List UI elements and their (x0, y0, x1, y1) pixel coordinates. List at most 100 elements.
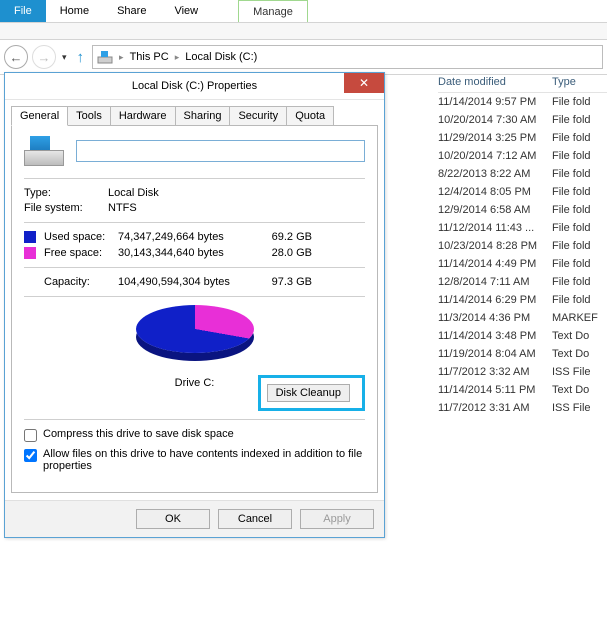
table-row[interactable]: 11/14/2014 5:11 PMText Do (438, 381, 607, 399)
filesystem-label: File system: (24, 202, 108, 214)
cancel-button[interactable]: Cancel (218, 509, 292, 529)
address-bar[interactable]: ▸ This PC ▸ Local Disk (C:) (92, 45, 603, 69)
cell-date: 11/7/2012 3:31 AM (438, 402, 552, 414)
column-header-date[interactable]: Date modified (438, 76, 552, 88)
cell-type: Text Do (552, 330, 607, 342)
breadcrumb-item[interactable]: Local Disk (C:) (185, 51, 257, 63)
cell-type: ISS File (552, 402, 607, 414)
disk-cleanup-button[interactable]: Disk Cleanup (267, 384, 350, 402)
table-row[interactable]: 12/8/2014 7:11 AMFile fold (438, 273, 607, 291)
cell-type: File fold (552, 258, 607, 270)
table-row[interactable]: 11/7/2012 3:31 AMISS File (438, 399, 607, 417)
cell-type: Text Do (552, 348, 607, 360)
table-row[interactable]: 10/23/2014 8:28 PMFile fold (438, 237, 607, 255)
table-row[interactable]: 11/7/2012 3:32 AMISS File (438, 363, 607, 381)
compress-label: Compress this drive to save disk space (43, 428, 234, 440)
table-row[interactable]: 8/22/2013 8:22 AMFile fold (438, 165, 607, 183)
nav-back-button[interactable]: ← (4, 45, 28, 69)
cell-date: 11/14/2014 6:29 PM (438, 294, 552, 306)
cell-date: 11/7/2012 3:32 AM (438, 366, 552, 378)
cell-type: File fold (552, 150, 607, 162)
dialog-title: Local Disk (C:) Properties (132, 80, 257, 92)
free-label: Free space: (44, 247, 118, 259)
cell-type: File fold (552, 132, 607, 144)
compress-checkbox[interactable] (24, 429, 37, 442)
drive-large-icon (24, 136, 62, 166)
chevron-right-icon: ▸ (173, 52, 182, 63)
used-swatch-icon (24, 231, 36, 243)
cell-date: 11/14/2014 9:57 PM (438, 96, 552, 108)
index-label: Allow files on this drive to have conten… (43, 448, 365, 472)
cell-date: 11/14/2014 4:49 PM (438, 258, 552, 270)
tab-security[interactable]: Security (229, 106, 287, 126)
disk-cleanup-highlight: Disk Cleanup (258, 375, 365, 411)
free-gb: 28.0 GB (256, 247, 312, 259)
cell-type: File fold (552, 276, 607, 288)
table-row[interactable]: 10/20/2014 7:30 AMFile fold (438, 111, 607, 129)
file-tab[interactable]: File (0, 0, 46, 22)
arrow-right-icon: → (38, 50, 51, 65)
cell-type: File fold (552, 168, 607, 180)
cell-type: File fold (552, 186, 607, 198)
cell-date: 12/4/2014 8:05 PM (438, 186, 552, 198)
table-row[interactable]: 12/4/2014 8:05 PMFile fold (438, 183, 607, 201)
tab-home[interactable]: Home (46, 0, 103, 22)
cell-type: File fold (552, 294, 607, 306)
tab-general[interactable]: General (11, 106, 68, 126)
tab-tools[interactable]: Tools (67, 106, 111, 126)
table-row[interactable]: 10/20/2014 7:12 AMFile fold (438, 147, 607, 165)
disk-usage-pie-chart (136, 305, 254, 363)
index-checkbox-row[interactable]: Allow files on this drive to have conten… (24, 448, 365, 472)
nav-history-dropdown[interactable]: ▾ (60, 52, 69, 63)
tab-sharing[interactable]: Sharing (175, 106, 231, 126)
table-row[interactable]: 11/14/2014 3:48 PMText Do (438, 327, 607, 345)
arrow-left-icon: ← (10, 50, 23, 65)
table-row[interactable]: 11/29/2014 3:25 PMFile fold (438, 129, 607, 147)
type-value: Local Disk (108, 187, 159, 199)
table-row[interactable]: 11/14/2014 6:29 PMFile fold (438, 291, 607, 309)
index-checkbox[interactable] (24, 449, 37, 462)
capacity-gb: 97.3 GB (256, 276, 312, 288)
nav-up-button[interactable]: ↑ (73, 49, 89, 66)
table-row[interactable]: 11/12/2014 11:43 ...File fold (438, 219, 607, 237)
capacity-bytes: 104,490,594,304 bytes (118, 276, 256, 288)
column-header-type[interactable]: Type (552, 76, 607, 88)
cell-type: File fold (552, 114, 607, 126)
table-row[interactable]: 11/14/2014 4:49 PMFile fold (438, 255, 607, 273)
table-row[interactable]: 12/9/2014 6:58 AMFile fold (438, 201, 607, 219)
tab-view[interactable]: View (160, 0, 212, 22)
drive-icon (97, 49, 113, 65)
table-row[interactable]: 11/3/2014 4:36 PMMARKEF (438, 309, 607, 327)
table-row[interactable]: 11/19/2014 8:04 AMText Do (438, 345, 607, 363)
table-row[interactable]: 11/14/2014 9:57 PMFile fold (438, 93, 607, 111)
breadcrumb-item[interactable]: This PC (130, 51, 169, 63)
tab-manage[interactable]: Manage (238, 0, 308, 22)
volume-name-input[interactable] (76, 140, 365, 162)
used-bytes: 74,347,249,664 bytes (118, 231, 256, 243)
close-button[interactable]: ✕ (344, 73, 384, 93)
close-icon: ✕ (359, 76, 369, 90)
properties-dialog: Local Disk (C:) Properties ✕ GeneralTool… (4, 72, 385, 538)
capacity-label: Capacity: (44, 276, 118, 288)
cell-date: 11/12/2014 11:43 ... (438, 222, 552, 234)
ok-button[interactable]: OK (136, 509, 210, 529)
cell-date: 10/20/2014 7:30 AM (438, 114, 552, 126)
apply-button: Apply (300, 509, 374, 529)
filesystem-value: NTFS (108, 202, 137, 214)
cell-date: 11/14/2014 3:48 PM (438, 330, 552, 342)
tab-quota[interactable]: Quota (286, 106, 334, 126)
tab-hardware[interactable]: Hardware (110, 106, 176, 126)
cell-date: 10/23/2014 8:28 PM (438, 240, 552, 252)
compress-checkbox-row[interactable]: Compress this drive to save disk space (24, 428, 365, 442)
file-listing: Date modified Type 11/14/2014 9:57 PMFil… (438, 72, 607, 417)
tab-share[interactable]: Share (103, 0, 160, 22)
free-swatch-icon (24, 247, 36, 259)
cell-type: Text Do (552, 384, 607, 396)
cell-type: File fold (552, 96, 607, 108)
cell-type: File fold (552, 222, 607, 234)
cell-date: 11/29/2014 3:25 PM (438, 132, 552, 144)
cell-date: 11/14/2014 5:11 PM (438, 384, 552, 396)
cell-date: 10/20/2014 7:12 AM (438, 150, 552, 162)
drive-caption: Drive C: (175, 377, 215, 389)
cell-type: File fold (552, 204, 607, 216)
